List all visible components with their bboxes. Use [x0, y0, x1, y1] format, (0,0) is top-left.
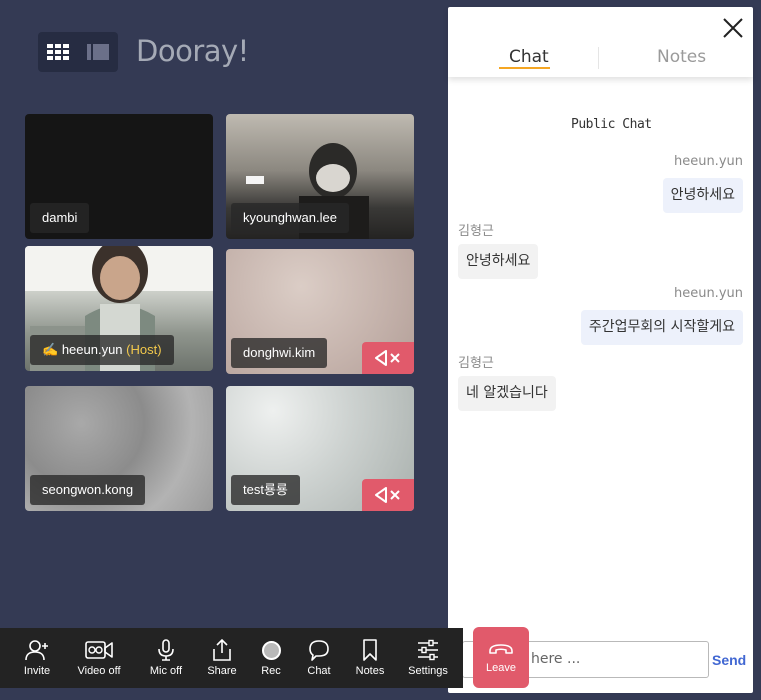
record-label: Rec [261, 665, 281, 677]
record-icon [261, 641, 281, 660]
video-tile[interactable]: ✍ heeun.yun (Host) [25, 246, 213, 371]
sliders-icon [418, 639, 438, 661]
add-user-icon [25, 640, 48, 661]
speaker-muted-icon [375, 350, 400, 366]
speaker-muted-indicator [362, 479, 414, 511]
video-tile[interactable]: dambi [25, 114, 213, 239]
chat-message: 안녕하세요 [662, 178, 743, 213]
share-label: Share [207, 665, 237, 677]
app-logo: Dooray! [136, 34, 249, 68]
grid-view-button[interactable] [38, 32, 78, 72]
video-tile[interactable]: test룡룡 [226, 386, 414, 511]
active-tab-indicator [499, 67, 550, 69]
participant-name: seongwon.kong [30, 475, 146, 505]
video-tile[interactable]: seongwon.kong [25, 386, 213, 511]
send-button[interactable]: Send [712, 652, 746, 668]
participant-name: kyounghwan.lee [231, 203, 349, 233]
settings-label: Settings [408, 665, 448, 677]
tab-chat[interactable]: Chat [509, 47, 549, 67]
message-sender: 김형근 [458, 224, 494, 239]
participant-name: dambi [30, 203, 90, 233]
chat-panel-header: Chat Notes [448, 7, 753, 77]
video-off-label: Video off [77, 665, 121, 677]
view-toggle [38, 32, 118, 72]
mic-off-label: Mic off [149, 665, 183, 677]
microphone-icon [158, 639, 174, 661]
message-sender: heeun.yun [673, 286, 743, 301]
tab-divider [598, 47, 599, 69]
video-camera-icon [85, 641, 113, 659]
speaker-muted-indicator [362, 342, 414, 374]
chat-bubble-icon [309, 640, 329, 661]
share-icon [213, 639, 231, 661]
share-button[interactable]: Share [204, 628, 240, 688]
chat-message: 안녕하세요 [458, 244, 539, 279]
participant-name-text: heeun.yun [61, 342, 123, 357]
chat-label: Chat [307, 665, 331, 677]
chat-message: 네 알겠습니다 [458, 376, 556, 411]
record-button[interactable]: Rec [255, 628, 287, 688]
leave-label: Leave [486, 662, 516, 674]
invite-button[interactable]: Invite [14, 628, 60, 688]
hang-up-icon [489, 644, 513, 654]
speaker-muted-icon [375, 487, 400, 503]
video-off-button[interactable]: Video off [74, 628, 124, 688]
participant-name: test룡룡 [231, 475, 300, 505]
message-sender: 김형근 [458, 356, 494, 371]
leave-button[interactable]: Leave [473, 627, 529, 688]
notes-label: Notes [355, 665, 385, 677]
speaker-view-button[interactable] [78, 32, 118, 72]
participant-name: donghwi.kim [231, 338, 328, 368]
invite-label: Invite [23, 665, 51, 677]
settings-button[interactable]: Settings [404, 628, 452, 688]
close-icon[interactable] [721, 16, 745, 40]
video-tile[interactable]: donghwi.kim [226, 249, 414, 374]
message-sender: heeun.yun [673, 154, 743, 169]
meeting-toolbar: Invite Video off Mic off Share Rec Chat [0, 628, 463, 688]
grid-icon [47, 44, 69, 60]
hand-raise-icon: ✍ [42, 342, 59, 357]
host-badge: (Host) [126, 342, 162, 357]
bookmark-icon [363, 639, 377, 661]
mic-off-button[interactable]: Mic off [145, 628, 187, 688]
video-tile[interactable]: kyounghwan.lee [226, 114, 414, 239]
chat-button[interactable]: Chat [302, 628, 336, 688]
chat-message: 주간업무회의 시작할게요 [580, 310, 743, 345]
participant-name: ✍ heeun.yun (Host) [30, 335, 174, 365]
speaker-view-icon [87, 44, 109, 60]
tab-notes[interactable]: Notes [657, 47, 706, 67]
chat-section-title: Public Chat [571, 117, 652, 132]
notes-button[interactable]: Notes [352, 628, 388, 688]
chat-panel: Chat Notes Public Chat heeun.yun 안녕하세요 김… [448, 7, 753, 693]
